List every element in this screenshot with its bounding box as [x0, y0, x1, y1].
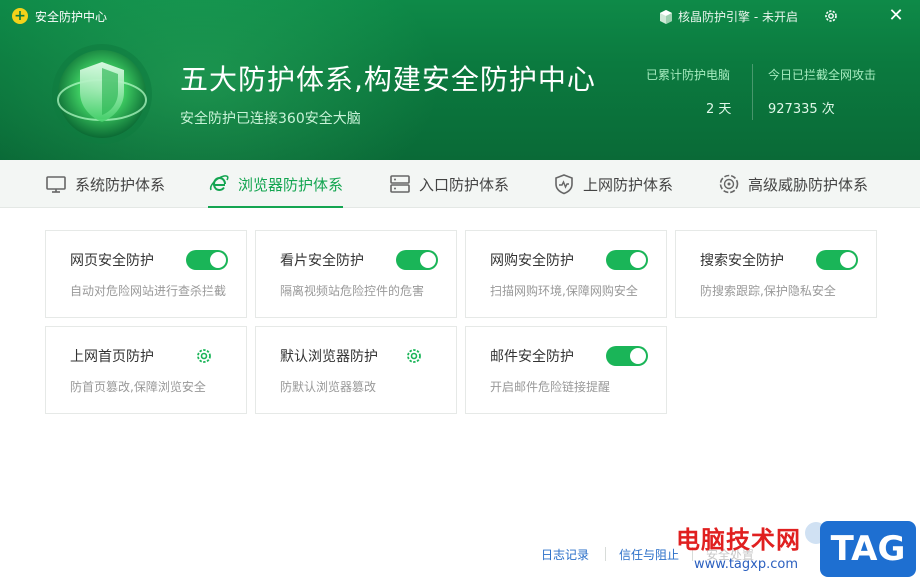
card-description: 自动对危险网站进行查杀拦截 [70, 284, 227, 298]
settings-icon[interactable] [195, 347, 213, 365]
banner-subtitle: 安全防护已连接360安全大脑 [180, 111, 361, 127]
tab-advanced-threat-protection[interactable]: 高级威胁防护体系 [718, 160, 868, 208]
card-title: 看片安全防护 [280, 253, 364, 269]
close-icon[interactable]: ✕ [885, 5, 907, 27]
card-description: 隔离视频站危险控件的危害 [280, 284, 425, 298]
monitor-icon [46, 176, 66, 193]
card-title: 默认浏览器防护 [280, 349, 378, 365]
engine-status[interactable]: 核晶防护引擎 - 未开启 [658, 8, 798, 25]
card-title: 上网首页防护 [70, 349, 154, 365]
tab-label: 浏览器防护体系 [238, 175, 344, 194]
settings-gear-icon[interactable] [820, 5, 842, 27]
cube-icon [660, 9, 672, 24]
header-banner: + 安全防护中心 核晶防护引擎 - 未开启 ✕ 五大防护体系,构建安全防护中心 … [0, 0, 920, 160]
card-search-protection: 搜索安全防护 防搜索跟踪,保护隐私安全 [675, 230, 877, 318]
card-video-protection: 看片安全防护 隔离视频站危险控件的危害 [255, 230, 457, 318]
card-description: 扫描网购环境,保障网购安全 [490, 284, 638, 298]
footer-divider [605, 547, 606, 561]
tab-label: 上网防护体系 [583, 175, 674, 194]
card-title: 网页安全防护 [70, 253, 154, 269]
stat-divider [752, 64, 753, 120]
browser-e-icon [209, 175, 229, 192]
title-bar: + 安全防护中心 核晶防护引擎 - 未开启 ✕ [0, 0, 920, 32]
card-title: 搜索安全防护 [700, 253, 784, 269]
toggle-switch[interactable] [606, 250, 648, 270]
watermark-url: www.tagxp.com [694, 557, 798, 572]
app-logo-icon: + [12, 8, 28, 24]
protection-tabs: 系统防护体系 浏览器防护体系 入口防护体系 上网防护体系 高级威胁防护体系 [0, 160, 920, 208]
tab-label: 系统防护体系 [75, 175, 166, 194]
card-description: 开启邮件危险链接提醒 [490, 380, 611, 394]
tab-browser-protection[interactable]: 浏览器防护体系 [208, 160, 344, 208]
watermark-tag-logo: TAG [820, 521, 916, 577]
card-email-protection: 邮件安全防护 开启邮件危险链接提醒 [465, 326, 667, 414]
banner-title: 五大防护体系,构建安全防护中心 [180, 63, 596, 96]
tab-entry-protection[interactable]: 入口防护体系 [389, 160, 509, 208]
stat-label-attacks: 今日已拦截全网攻击 [768, 68, 877, 82]
toggle-switch[interactable] [396, 250, 438, 270]
stat-label-days: 已累计防护电脑 [646, 68, 731, 82]
settings-icon[interactable] [405, 347, 423, 365]
card-title: 邮件安全防护 [490, 349, 574, 365]
toggle-switch[interactable] [816, 250, 858, 270]
tab-internet-protection[interactable]: 上网防护体系 [553, 160, 673, 208]
shield-pulse-icon [555, 174, 573, 195]
app-title: 安全防护中心 [35, 10, 108, 24]
toggle-switch[interactable] [606, 346, 648, 366]
tab-label: 高级威胁防护体系 [748, 175, 869, 194]
shield-logo-icon [50, 42, 154, 146]
card-description: 防搜索跟踪,保护隐私安全 [700, 284, 836, 298]
stat-value-days: 2 天 [706, 102, 732, 117]
card-webpage-protection: 网页安全防护 自动对危险网站进行查杀拦截 [45, 230, 247, 318]
server-icon [390, 175, 410, 193]
card-homepage-protection: 上网首页防护 防首页篡改,保障浏览安全 [45, 326, 247, 414]
watermark-text: 电脑技术网 [676, 526, 801, 554]
tab-label: 入口防护体系 [419, 175, 510, 194]
card-title: 网购安全防护 [490, 253, 574, 269]
radar-icon [719, 174, 739, 194]
card-description: 防默认浏览器篡改 [280, 380, 377, 394]
toggle-switch[interactable] [186, 250, 228, 270]
engine-label: 核晶防护引擎 - 未开启 [678, 10, 798, 24]
stat-value-attacks: 927335 次 [768, 102, 835, 117]
card-shopping-protection: 网购安全防护 扫描网购环境,保障网购安全 [465, 230, 667, 318]
card-default-browser-protection: 默认浏览器防护 防默认浏览器篡改 [255, 326, 457, 414]
card-description: 防首页篡改,保障浏览安全 [70, 380, 206, 394]
trust-block-link[interactable]: 信任与阻止 [619, 546, 679, 563]
log-records-link[interactable]: 日志记录 [541, 546, 589, 563]
tab-system-protection[interactable]: 系统防护体系 [45, 160, 165, 208]
